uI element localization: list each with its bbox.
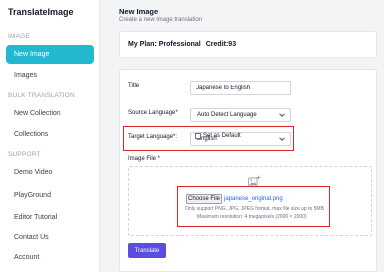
page-title: New Image: [119, 7, 159, 16]
target-language-label: Target Language*:: [128, 134, 178, 140]
choose-file-button[interactable]: Choose File: [186, 194, 222, 204]
sidebar-item-contact-us[interactable]: Contact Us: [6, 228, 94, 247]
chevron-down-icon: [279, 137, 285, 141]
sidebar-item-editor-tutorial[interactable]: Editor Tutorial: [6, 208, 94, 227]
plan-info: My Plan: Professional Credit:93: [119, 31, 377, 58]
selected-file-name: japanese_original.png: [224, 196, 283, 202]
sidebar-item-new-image[interactable]: New Image: [6, 45, 94, 64]
set-default-checkbox[interactable]: [195, 133, 201, 139]
sidebar-item-account[interactable]: Account: [6, 248, 94, 267]
sidebar-item-collections[interactable]: Collections: [6, 125, 94, 144]
source-language-value: Auto Detect Language: [197, 112, 257, 118]
app-logo[interactable]: TranslateImage: [8, 7, 74, 17]
page-subtitle: Create a new image translation: [119, 17, 203, 23]
sidebar-item-playground[interactable]: PlayGround: [6, 186, 94, 205]
chevron-down-icon: [279, 113, 285, 117]
sidebar-item-new-collection[interactable]: New Collection: [6, 104, 94, 123]
title-label: Title: [128, 83, 140, 89]
credit-count: Credit:93: [205, 41, 237, 48]
image-file-label: Image File *: [128, 156, 161, 162]
section-label-support: SUPPORT: [8, 151, 41, 158]
sidebar-item-demo-video[interactable]: Demo Video: [6, 163, 94, 182]
file-format-hint: Only support PNG, JPG, JPEG format, max …: [185, 206, 324, 212]
resolution-hint: Maximum resolution: 4 megapixels (2000 ×…: [197, 214, 307, 220]
set-default-label: Set as Default: [203, 133, 241, 139]
source-language-label: Source Language*: [128, 110, 178, 116]
plan-name: My Plan: Professional: [128, 41, 201, 48]
sidebar: TranslateImage IMAGE New Image Images BU…: [0, 0, 100, 272]
translate-button[interactable]: Translate: [128, 243, 166, 258]
sidebar-item-images[interactable]: Images: [6, 66, 94, 85]
title-input[interactable]: [190, 81, 291, 95]
source-language-select[interactable]: Auto Detect Language: [190, 108, 291, 122]
section-label-bulk-translation: BULK TRANSLATION: [8, 92, 75, 99]
section-label-image: IMAGE: [8, 33, 30, 40]
set-default-option[interactable]: Set as Default: [195, 133, 241, 139]
